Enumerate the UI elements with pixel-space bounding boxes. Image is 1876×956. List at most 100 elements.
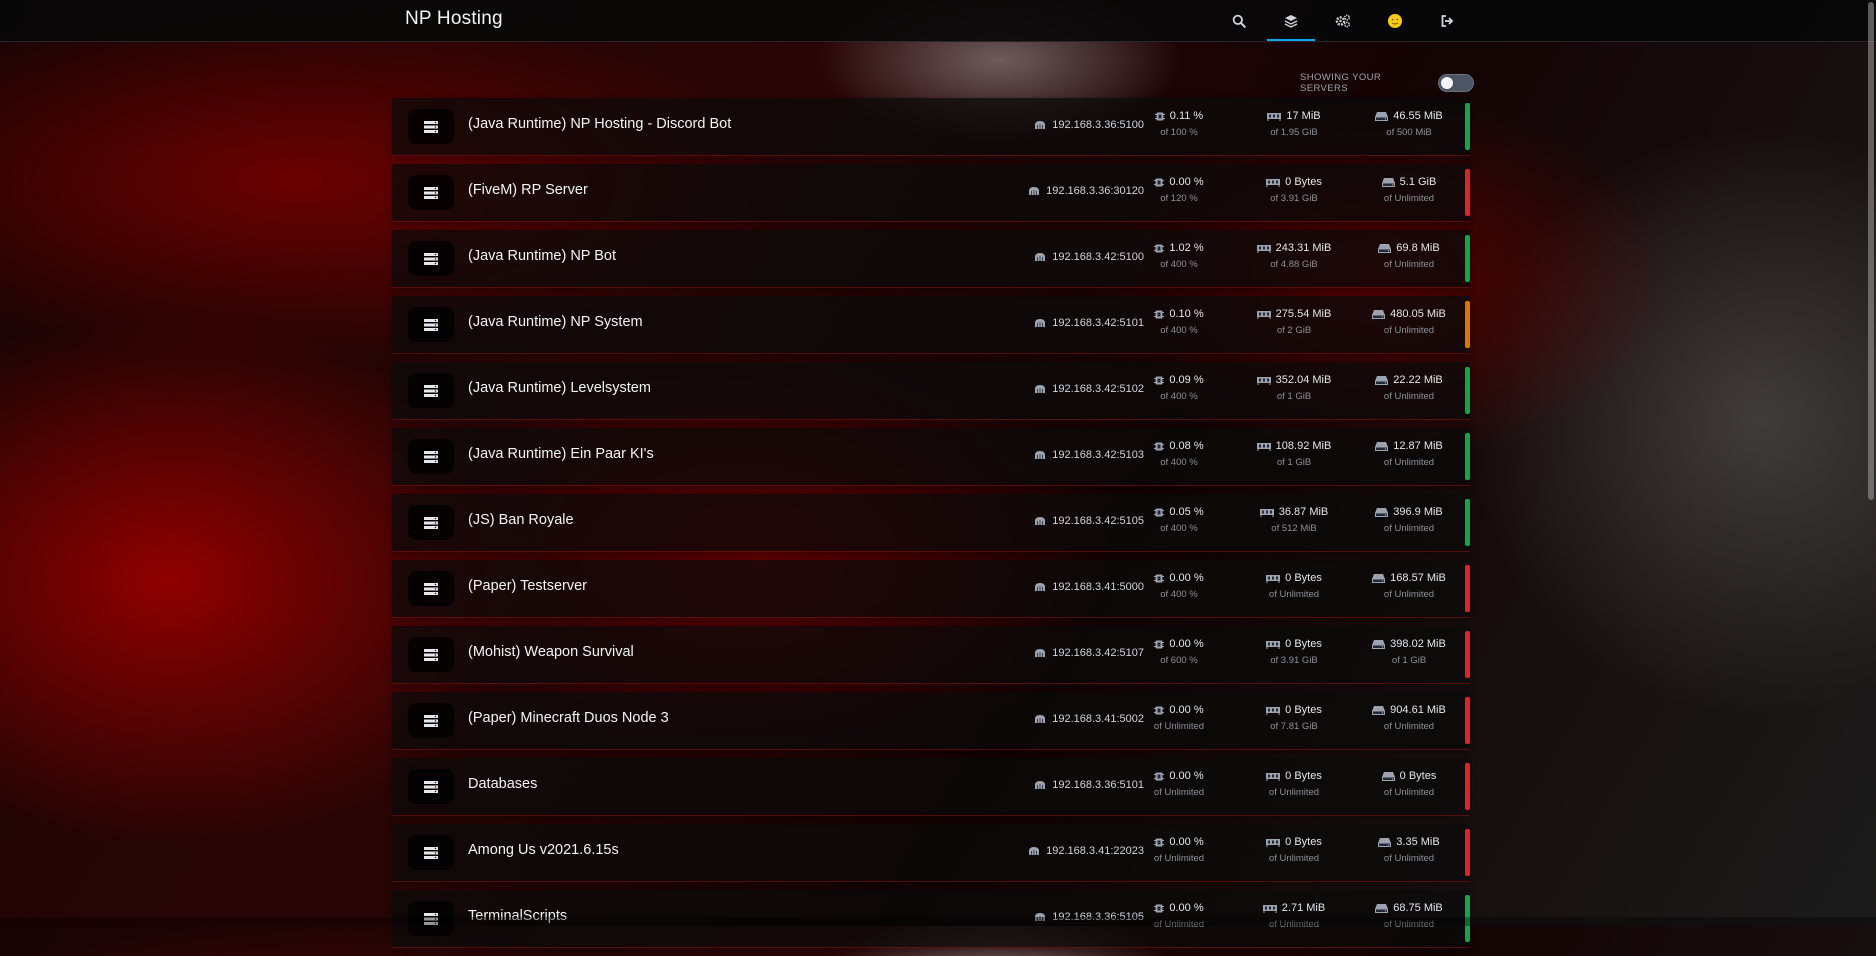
cpu-usage: 0.00 % [1169,638,1204,650]
memory-stat: 0 Bytes of Unlimited [1239,770,1349,798]
network-icon [1035,121,1046,129]
disk-stat: 0 Bytes of Unlimited [1354,770,1464,798]
status-indicator [1465,499,1470,546]
network-icon [1029,187,1040,195]
memory-limit: of 3.91 GiB [1270,655,1318,666]
cpu-limit: of Unlimited [1153,787,1205,798]
memory-usage: 17 MiB [1286,110,1321,122]
server-icon [424,780,438,793]
show-all-servers-toggle[interactable] [1438,74,1474,92]
cpu-usage: 0.00 % [1169,902,1204,914]
server-row[interactable]: (Paper) Minecraft Duos Node 3 192.168.3.… [392,692,1470,750]
network-icon [1035,583,1046,591]
disk-usage: 12.87 MiB [1393,440,1443,452]
disk-stat: 3.35 MiB of Unlimited [1354,836,1464,864]
server-icon [424,252,438,265]
cpu-usage: 0.05 % [1169,506,1204,518]
cpu-icon [1154,310,1165,318]
server-row[interactable]: (Paper) Testserver 192.168.3.41:5000 0.0… [392,560,1470,618]
server-address: 192.168.3.41:22023 [952,845,1144,857]
server-address: 192.168.3.36:5100 [952,119,1144,131]
hdd-icon [1375,507,1389,517]
server-row[interactable]: (Java Runtime) NP Bot 192.168.3.42:5100 … [392,230,1470,288]
server-icon [424,186,438,199]
disk-limit: of 1 GiB [1391,655,1427,666]
app-title[interactable]: NP Hosting [405,8,503,30]
memory-usage: 36.87 MiB [1278,506,1329,518]
cpu-icon [1154,772,1165,780]
server-address: 192.168.3.42:5107 [952,647,1144,659]
disk-stat: 904.61 MiB of Unlimited [1354,704,1464,732]
disk-limit: of Unlimited [1383,259,1435,270]
hdd-icon [1378,243,1392,253]
server-icon [424,714,438,727]
server-row[interactable]: (Java Runtime) Levelsystem 192.168.3.42:… [392,362,1470,420]
network-icon [1035,649,1046,657]
account-button[interactable] [1369,0,1421,41]
cpu-icon [1154,244,1165,252]
disk-limit: of Unlimited [1383,721,1435,732]
server-filter: SHOWING YOUR SERVERS [1300,72,1474,94]
admin-button[interactable] [1317,0,1369,41]
disk-stat: 46.55 MiB of 500 MiB [1354,110,1464,138]
disk-usage: 3.35 MiB [1396,836,1440,848]
memory-limit: of Unlimited [1268,853,1320,864]
cpu-limit: of 400 % [1160,259,1198,270]
cpu-icon [1154,640,1165,648]
server-icon [424,582,438,595]
hdd-icon [1372,309,1386,319]
cpu-usage: 0.00 % [1169,704,1204,716]
server-row[interactable]: (FiveM) RP Server 192.168.3.36:30120 0.0… [392,164,1470,222]
status-indicator [1465,103,1470,150]
status-indicator [1465,169,1470,216]
memory-stat: 0 Bytes of 3.91 GiB [1239,638,1349,666]
hdd-icon [1372,573,1386,583]
disk-limit: of 500 MiB [1386,127,1432,138]
top-navigation-bar: NP Hosting [0,0,1876,42]
server-address: 192.168.3.42:5105 [952,515,1144,527]
hdd-icon [1375,903,1389,913]
cpu-limit: of Unlimited [1153,721,1205,732]
cpu-usage: 0.00 % [1169,836,1204,848]
memory-usage: 0 Bytes [1285,572,1322,584]
memory-stat: 0 Bytes of 7.81 GiB [1239,704,1349,732]
server-row[interactable]: (JS) Ban Royale 192.168.3.42:5105 0.05 % [392,494,1470,552]
server-icon-box [408,769,454,804]
cpu-stat: 0.08 % of 400 % [1124,440,1234,468]
server-icon [424,318,438,331]
server-row[interactable]: (Mohist) Weapon Survival 192.168.3.42:51… [392,626,1470,684]
server-row[interactable]: Databases 192.168.3.36:5101 0.00 % of Un… [392,758,1470,816]
search-button[interactable] [1213,0,1265,41]
server-name: (Java Runtime) Levelsystem [468,380,651,396]
cpu-stat: 0.10 % of 400 % [1124,308,1234,336]
server-icon [424,516,438,529]
server-row[interactable]: (Java Runtime) NP System 192.168.3.42:51… [392,296,1470,354]
memory-limit: of 2 GiB [1276,325,1312,336]
server-icon-box [408,241,454,276]
logout-button[interactable] [1421,0,1473,41]
server-icon-box [408,307,454,342]
server-address: 192.168.3.36:30120 [952,185,1144,197]
toggle-knob [1441,77,1454,89]
memory-limit: of Unlimited [1268,589,1320,600]
memory-usage: 0 Bytes [1285,176,1322,188]
network-icon [1029,847,1040,855]
hdd-icon [1375,441,1389,451]
cpu-icon [1154,574,1165,582]
server-address: 192.168.3.42:5100 [952,251,1144,263]
memory-limit: of 7.81 GiB [1270,721,1318,732]
memory-icon [1256,244,1271,253]
server-name: (FiveM) RP Server [468,182,588,198]
servers-tab[interactable] [1265,0,1317,41]
cpu-stat: 0.00 % of 400 % [1124,572,1234,600]
page-scrollbar[interactable] [1868,2,1874,500]
memory-usage: 0 Bytes [1285,770,1322,782]
server-row[interactable]: Among Us v2021.6.15s 192.168.3.41:22023 … [392,824,1470,882]
memory-limit: of 512 MiB [1271,523,1317,534]
status-indicator [1465,235,1470,282]
disk-stat: 69.8 MiB of Unlimited [1354,242,1464,270]
server-row[interactable]: (Java Runtime) NP Hosting - Discord Bot … [392,98,1470,156]
cpu-usage: 0.00 % [1169,176,1204,188]
server-row[interactable]: (Java Runtime) Ein Paar KI's 192.168.3.4… [392,428,1470,486]
memory-icon [1266,178,1281,187]
